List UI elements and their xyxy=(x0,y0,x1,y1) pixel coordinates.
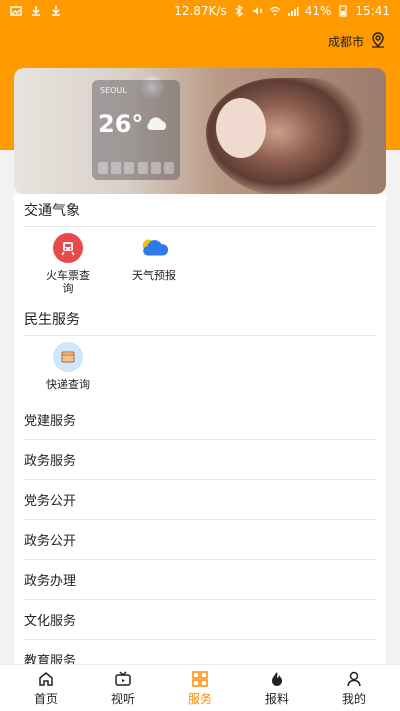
list-item-label: 教育服务 xyxy=(24,653,77,664)
nav-profile[interactable]: 我的 xyxy=(316,665,392,711)
train-ticket-icon xyxy=(53,233,83,263)
download-icon xyxy=(50,5,62,17)
banner-city: SEOUL xyxy=(100,86,127,95)
list-item-label: 政务办理 xyxy=(24,573,77,589)
banner-forecast-day xyxy=(98,162,108,174)
user-icon xyxy=(345,670,363,688)
banner-forecast-day xyxy=(124,162,135,174)
nav-audio-video[interactable]: 视听 xyxy=(85,665,161,711)
service-train-ticket[interactable]: 火车票查 询 xyxy=(32,233,104,295)
location-pin-icon xyxy=(370,32,386,51)
clock: 15:41 xyxy=(355,4,390,18)
banner-forecast-day xyxy=(111,162,122,174)
service-label: 天气预报 xyxy=(132,269,176,282)
status-bar: 12.87K/s 41% 15:41 xyxy=(0,0,400,22)
location-label: 成都市 xyxy=(327,35,364,49)
nav-home[interactable]: 首页 xyxy=(8,665,84,711)
banner-forecast-day xyxy=(163,162,174,174)
download-icon xyxy=(30,5,42,17)
services-content: 交通气象 火车票查 询 天气预报 民生服务 快递查询 党建服务 政务服务 党务公… xyxy=(14,194,386,664)
cloud-icon xyxy=(144,116,170,132)
bluetooth-icon xyxy=(233,5,245,17)
service-label-text: 天气预报 xyxy=(132,269,176,282)
banner-woman-face xyxy=(216,98,266,158)
wifi-icon xyxy=(269,5,281,17)
service-label-text: 火车票查 询 xyxy=(46,269,90,296)
service-express[interactable]: 快递查询 xyxy=(32,342,104,391)
battery-icon xyxy=(337,5,349,17)
list-item-education[interactable]: 教育服务 xyxy=(14,640,386,664)
express-icon xyxy=(53,342,83,373)
service-label-text: 快递查询 xyxy=(46,378,90,392)
list-item-government-handling[interactable]: 政务办理 xyxy=(14,560,386,599)
list-item-label: 党建服务 xyxy=(24,413,77,429)
weather-icon xyxy=(139,233,169,263)
banner-temp: 26° xyxy=(98,110,144,138)
banner-forecast-day xyxy=(150,162,161,174)
status-right: 12.87K/s 41% 15:41 xyxy=(174,4,390,18)
banner-image[interactable]: SEOUL 26° xyxy=(14,68,386,194)
list-item-label: 政务服务 xyxy=(24,453,77,469)
nav-label: 报料 xyxy=(264,692,289,706)
nav-services[interactable]: 服务 xyxy=(162,665,238,711)
services-grid: 快递查询 xyxy=(14,336,386,399)
nav-label: 视听 xyxy=(110,692,135,706)
list-item-culture[interactable]: 文化服务 xyxy=(14,600,386,639)
mute-icon xyxy=(251,5,263,17)
list-item-label: 文化服务 xyxy=(24,613,77,629)
list-item-government-disclosure[interactable]: 政务公开 xyxy=(14,520,386,559)
section-livelihood: 民生服务 快递查询 xyxy=(14,303,386,399)
nav-label: 首页 xyxy=(33,692,58,706)
section-title: 交通气象 xyxy=(24,203,80,219)
tv-icon xyxy=(114,670,132,688)
nav-report[interactable]: 报料 xyxy=(239,665,315,711)
nav-label: 我的 xyxy=(341,692,366,706)
list-item-party-building[interactable]: 党建服务 xyxy=(14,400,386,439)
location-selector[interactable]: 成都市 xyxy=(328,32,386,51)
section-title: 民生服务 xyxy=(24,312,80,329)
network-speed: 12.87K/s xyxy=(174,4,227,18)
battery-percent: 41% xyxy=(304,4,332,18)
banner-forecast-row xyxy=(98,162,174,174)
list-item-label: 政务公开 xyxy=(24,533,77,549)
service-label: 快递查询 xyxy=(46,378,90,391)
image-notification-icon xyxy=(10,5,22,17)
bottom-navigation: 首页 视听 服务 报料 我的 xyxy=(0,664,400,711)
grid-icon xyxy=(191,670,209,688)
list-item-government-services[interactable]: 政务服务 xyxy=(14,440,386,479)
services-grid: 火车票查 询 天气预报 xyxy=(14,227,386,303)
list-item-party-affairs[interactable]: 党务公开 xyxy=(14,480,386,519)
service-weather[interactable]: 天气预报 xyxy=(118,233,190,295)
banner-forecast-day xyxy=(137,162,148,174)
section-transport-weather: 交通气象 火车票查 询 天气预报 xyxy=(14,194,386,303)
banner-weather-widget: SEOUL 26° xyxy=(92,80,180,180)
home-icon xyxy=(37,670,55,688)
status-left xyxy=(10,5,62,17)
signal-icon xyxy=(287,5,299,17)
service-label: 火车票查 询 xyxy=(46,269,90,295)
list-item-label: 党务公开 xyxy=(24,493,77,509)
fire-icon xyxy=(268,670,286,688)
nav-label: 服务 xyxy=(187,692,212,706)
